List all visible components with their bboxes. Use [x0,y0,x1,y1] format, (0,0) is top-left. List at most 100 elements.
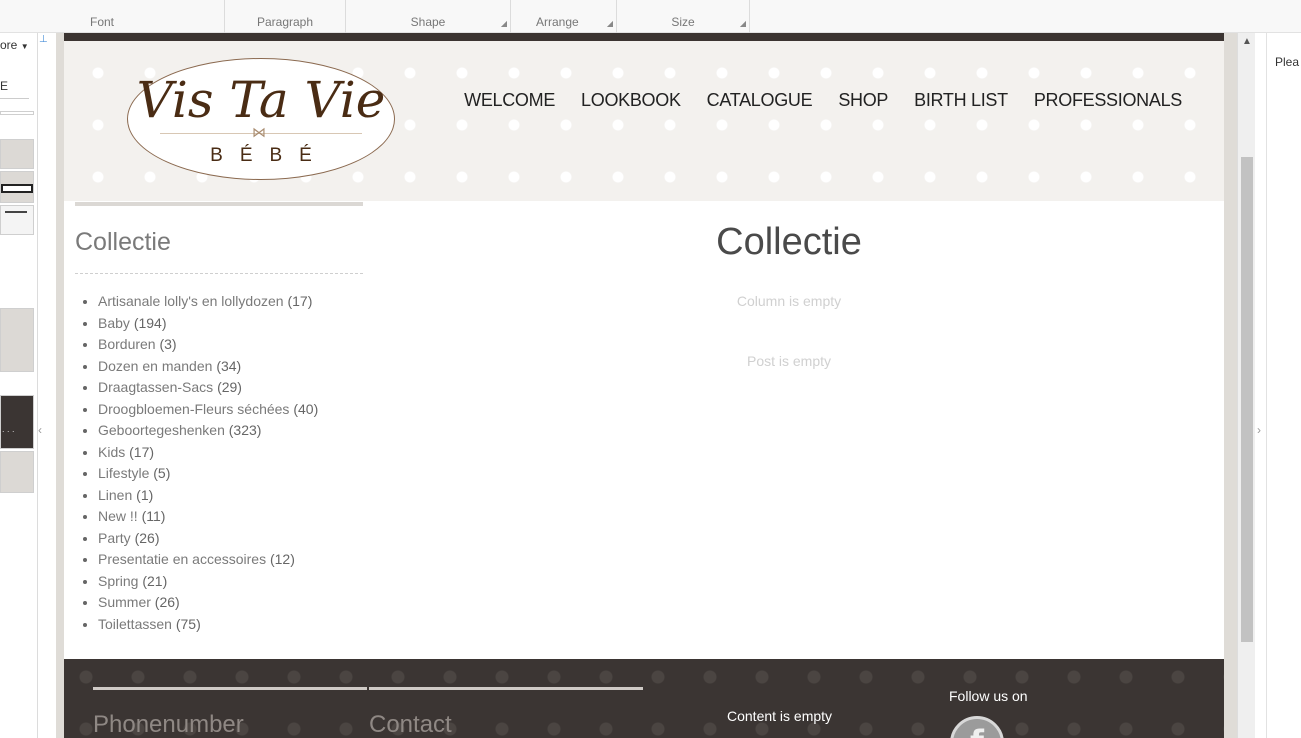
collapse-left-icon[interactable]: ‹ [38,423,42,437]
category-link[interactable]: Presentatie en accessoires [98,551,266,567]
category-count: (5) [153,465,171,481]
category-count: (11) [141,508,166,524]
right-panel-toggle[interactable]: › [1255,33,1267,738]
scrollbar-thumb[interactable] [1241,157,1253,642]
category-item[interactable]: Presentatie en accessoires (12) [98,549,363,571]
ribbon-group-label: Size [671,15,695,29]
facebook-button[interactable]: f [950,716,1004,738]
thumbnail[interactable] [0,308,34,372]
right-panel: Plea [1267,33,1301,738]
collapse-right-icon[interactable]: › [1257,423,1261,437]
ribbon-group-label: Arrange [536,15,579,29]
content-empty-message: Content is empty [727,708,833,724]
dialog-launcher-icon[interactable]: ◢ [607,20,613,28]
category-count: (26) [154,594,180,610]
nav-shop[interactable]: SHOP [838,90,888,111]
top-bar [64,33,1224,41]
ribbon-group-label: Paragraph [256,15,314,29]
category-count: (34) [216,357,242,374]
category-link[interactable]: Toilettassen [98,616,172,632]
category-link[interactable]: Artisanale lolly's en lollydozen [98,293,284,309]
thumbnail[interactable]: . . . [0,395,34,449]
nav-catalogue[interactable]: CATALOGUE [707,90,813,111]
ribbon-group-label: Font [90,15,115,29]
page-title: Collectie [716,221,862,263]
nav-birth-list[interactable]: BIRTH LIST [914,90,1008,111]
category-link[interactable]: Summer [98,594,151,610]
facebook-icon: f [970,723,984,738]
category-link[interactable]: Linen [98,487,132,503]
category-item[interactable]: Summer (26) [98,592,363,614]
site-logo[interactable]: Vis Ta Vie ⋈ BÉBÉ [127,58,395,180]
phonenumber-heading: Phonenumber [93,711,244,738]
site-header: Vis Ta Vie ⋈ BÉBÉ WELCOME LOOKBOOK CATAL… [64,41,1224,201]
ribbon-group-font: Font [0,0,225,33]
category-link[interactable]: Baby [98,315,130,331]
category-sidebar: Collectie Artisanale lolly's en lollydoz… [75,202,363,635]
thumbnail[interactable] [0,139,34,169]
vertical-scrollbar[interactable]: ▲ [1237,33,1255,738]
category-link[interactable]: New !! [98,508,138,524]
category-count: (21) [142,572,168,589]
nav-lookbook[interactable]: LOOKBOOK [581,90,681,111]
category-item[interactable]: Baby (194) [98,313,363,335]
category-link[interactable]: Party [98,530,131,546]
column-empty-message: Column is empty [736,293,842,309]
category-item[interactable]: Spring (21) [98,571,363,593]
left-thumbnail-panel: ore ▼ E . . . [0,33,38,738]
sidebar-divider [75,273,363,274]
category-count: (26) [134,529,160,546]
thumbnail[interactable] [0,451,34,493]
category-count: (12) [269,551,295,567]
footer-rule [93,687,367,690]
category-count: (323) [228,422,262,438]
category-item[interactable]: New !! (11) [98,506,363,528]
dialog-launcher-icon[interactable]: ◢ [501,20,507,28]
category-item[interactable]: Party (26) [98,528,363,550]
category-link[interactable]: Spring [98,573,138,589]
site-footer: Phonenumber Contact Content is empty Fol… [64,659,1224,738]
thumbnail[interactable] [0,111,34,115]
category-count: (40) [293,400,319,417]
footer-rule [369,687,643,690]
category-item[interactable]: Droogbloemen-Fleurs séchées (40) [98,399,363,421]
dialog-launcher-icon[interactable]: ◢ [740,20,746,28]
main-nav: WELCOME LOOKBOOK CATALOGUE SHOP BIRTH LI… [464,90,1182,111]
website-page: Vis Ta Vie ⋈ BÉBÉ WELCOME LOOKBOOK CATAL… [64,33,1224,738]
category-item[interactable]: Toilettassen (75) [98,614,363,636]
category-item[interactable]: Artisanale lolly's en lollydozen (17) [98,291,363,313]
chevron-down-icon: ▼ [20,42,29,51]
logo-title: Vis Ta Vie [136,71,386,129]
ribbon-group-paragraph: Paragraph [225,0,346,33]
category-link[interactable]: Droogbloemen-Fleurs séchées [98,401,289,417]
right-panel-hint: Plea [1275,55,1300,69]
post-empty-message: Post is empty [746,353,832,369]
panel-field[interactable]: E [0,75,29,99]
category-count: (1) [136,486,154,503]
scroll-up-icon[interactable]: ▲ [1238,36,1256,47]
category-link[interactable]: Dozen en manden [98,358,212,374]
thumbnail[interactable] [0,171,34,203]
pin-icon[interactable]: ⊥ [39,34,48,45]
category-link[interactable]: Lifestyle [98,465,149,481]
thumbnail[interactable] [0,205,34,235]
category-item[interactable]: Kids (17) [98,442,363,464]
category-link[interactable]: Borduren [98,336,156,352]
category-link[interactable]: Draagtassen-Sacs [98,379,213,395]
category-link[interactable]: Kids [98,444,125,460]
sidebar-top-rule [75,202,363,206]
logo-subtitle: BÉBÉ [210,145,329,166]
category-item[interactable]: Lifestyle (5) [98,463,363,485]
category-item[interactable]: Linen (1) [98,485,363,507]
category-link[interactable]: Geboortegeshenken [98,422,225,438]
nav-welcome[interactable]: WELCOME [464,90,555,111]
ribbon-group-shape: Shape ◢ [346,0,511,33]
category-count: (17) [287,293,313,309]
category-item[interactable]: Borduren (3) [98,334,363,356]
more-dropdown[interactable]: ore ▼ [0,38,29,52]
sidebar-title: Collectie [75,228,171,256]
category-item[interactable]: Dozen en manden (34) [98,356,363,378]
category-item[interactable]: Geboortegeshenken (323) [98,420,363,442]
category-item[interactable]: Draagtassen-Sacs (29) [98,377,363,399]
nav-professionals[interactable]: PROFESSIONALS [1034,90,1182,111]
